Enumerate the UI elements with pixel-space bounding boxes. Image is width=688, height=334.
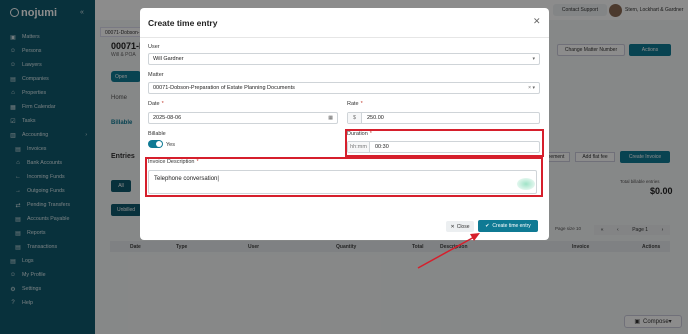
annotation-arrow (417, 233, 480, 269)
